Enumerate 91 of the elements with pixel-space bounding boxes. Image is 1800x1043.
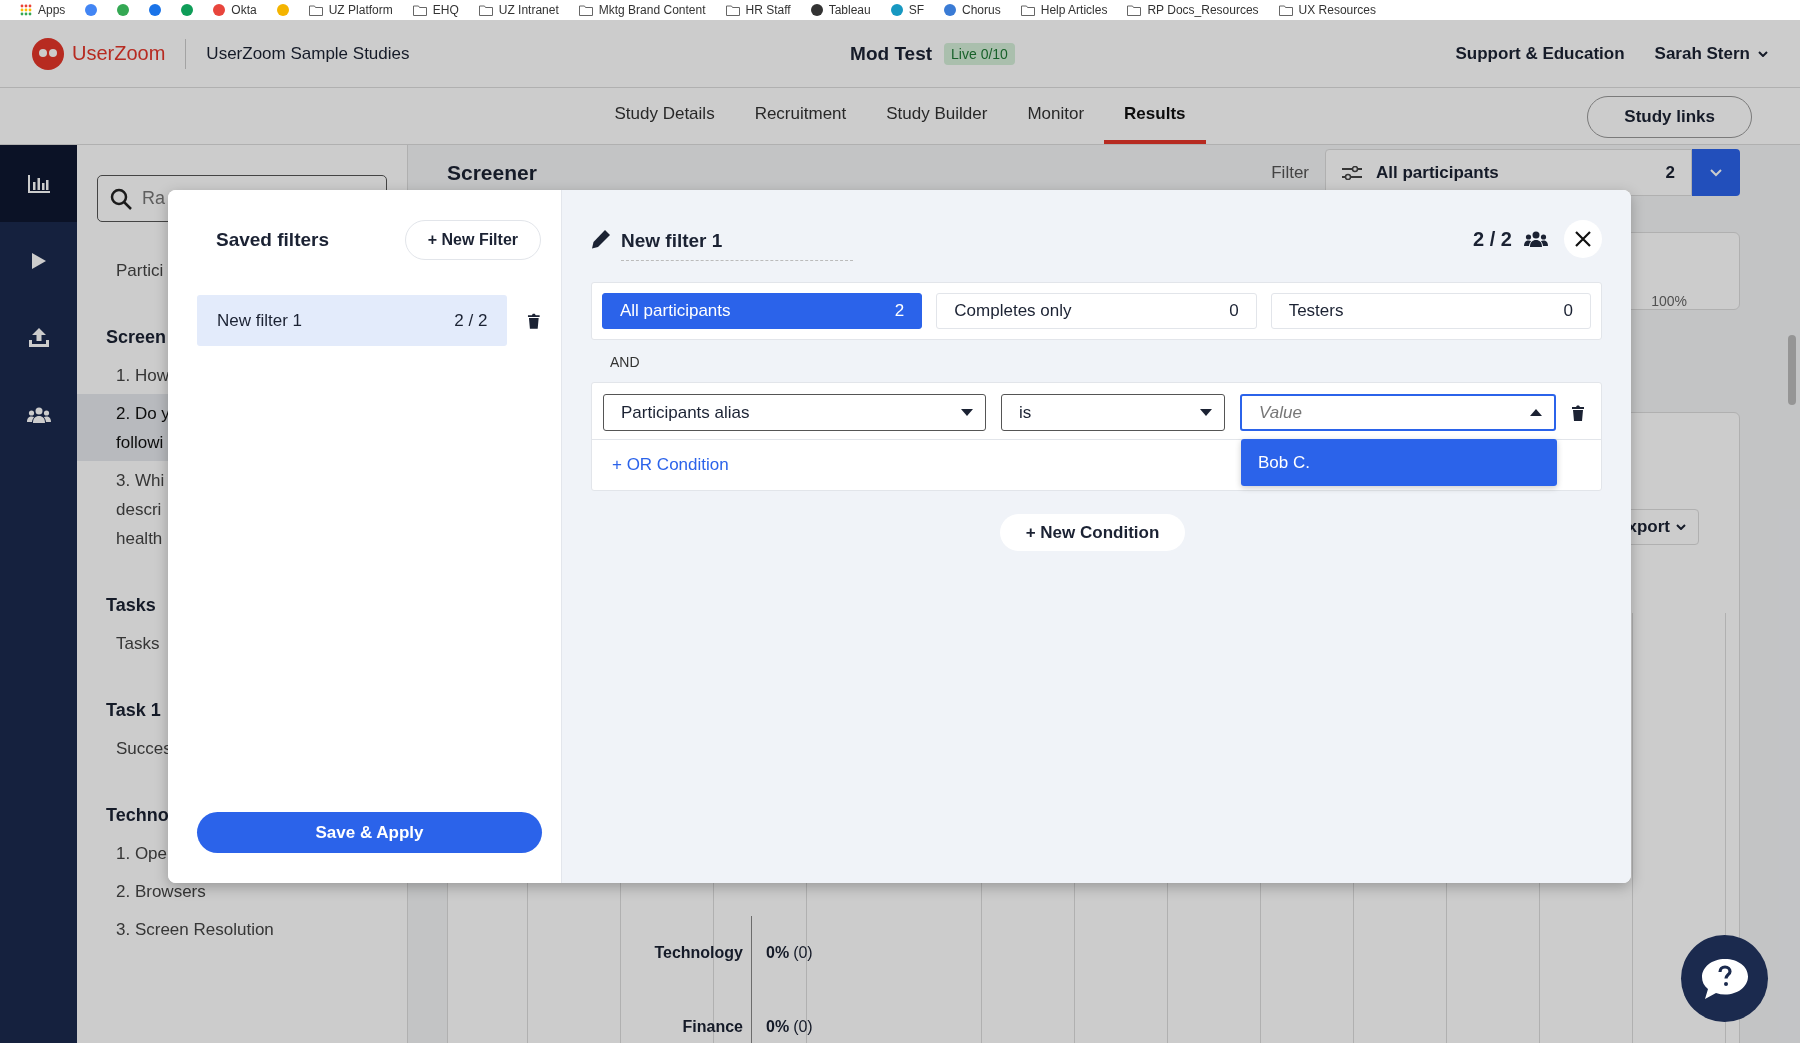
rail-item[interactable]	[0, 145, 77, 222]
caret-icon	[1530, 409, 1542, 416]
site-icon	[85, 4, 98, 16]
grid-icon	[20, 4, 32, 16]
chevron-icon	[1676, 524, 1686, 530]
segment-option[interactable]: Testers 0	[1270, 293, 1591, 329]
panel-title: Saved filters	[215, 229, 329, 251]
trash-icon[interactable]	[1571, 404, 1585, 421]
study-links-button[interactable]: Study links	[1587, 96, 1752, 138]
filter-label: Filter	[1271, 162, 1309, 183]
section-heading: Tasks	[106, 594, 156, 617]
bookmark-label[interactable]: Mktg Brand Content	[598, 3, 706, 17]
search-icon	[110, 187, 132, 210]
filter-name[interactable]: New filter 1	[621, 223, 853, 261]
site-icon	[890, 4, 903, 16]
row-value: 0% (0)	[751, 990, 813, 1043]
new-filter-button[interactable]: + New Filter	[404, 220, 541, 260]
pencil-icon	[591, 229, 611, 249]
site-icon	[117, 4, 130, 16]
sidebar-item[interactable]: 3. Screen Resolution	[77, 910, 407, 948]
bookmark-label[interactable]: RP Docs_Resources	[1147, 3, 1259, 17]
segment-option[interactable]: Completes only 0	[936, 293, 1257, 329]
status-badge: Live 0/10	[944, 42, 1015, 65]
section-heading: Screen	[106, 326, 167, 349]
site-icon	[181, 4, 194, 16]
bookmark-label[interactable]: Chorus	[962, 3, 1001, 17]
bar-chart-icon[interactable]	[27, 174, 50, 193]
folder-icon	[578, 4, 593, 16]
bookmark-label[interactable]: UZ Intranet	[498, 3, 559, 17]
value-select[interactable]: Value	[1240, 394, 1556, 431]
bookmark-label[interactable]: EHQ	[432, 3, 459, 17]
folder-icon	[478, 4, 493, 16]
axis-label: 100%	[1651, 293, 1687, 309]
folder-icon	[1278, 4, 1293, 16]
trash-icon[interactable]	[527, 312, 541, 329]
bookmark-label[interactable]: Okta	[231, 3, 257, 17]
bookmark-label[interactable]: SF	[908, 3, 925, 17]
bookmark-label[interactable]: Help Articles	[1040, 3, 1108, 17]
chevron-icon[interactable]	[1758, 50, 1768, 57]
nav-tab[interactable]: Study Builder	[866, 88, 1008, 144]
sliders-icon	[1342, 165, 1362, 180]
row-label: Technology	[653, 944, 744, 962]
close-icon	[1575, 231, 1591, 247]
nav-tab[interactable]: Study Details	[594, 88, 735, 144]
section-heading: Techno	[106, 804, 169, 827]
or-condition-link[interactable]: + OR Condition	[612, 455, 729, 475]
folder-icon	[412, 4, 427, 16]
bookmark-label[interactable]: Apps	[38, 3, 66, 17]
play-icon[interactable]	[30, 251, 47, 270]
row-label: Finance	[681, 1018, 744, 1036]
bookmark-label[interactable]: Tableau	[828, 3, 871, 17]
site-icon	[149, 4, 162, 16]
site-icon	[276, 4, 289, 16]
comparator-select[interactable]: is	[1001, 394, 1225, 431]
participant-count: 2 / 2	[1473, 227, 1512, 251]
caret-icon	[961, 409, 973, 416]
dropdown-option[interactable]: Bob C.	[1241, 439, 1557, 486]
folder-icon	[725, 4, 740, 16]
close-button[interactable]	[1564, 220, 1602, 258]
chevron-icon	[1710, 168, 1722, 177]
people-icon	[1524, 231, 1548, 247]
study-title: Mod Test	[850, 42, 933, 65]
bookmark-label[interactable]: UZ Platform	[328, 3, 393, 17]
saved-filter-item[interactable]: New filter 1 2 / 2	[197, 295, 508, 346]
folder-icon	[1020, 4, 1035, 16]
caret-icon	[1200, 409, 1212, 416]
field-select[interactable]: Participants alias	[603, 394, 986, 431]
site-icon	[944, 4, 957, 16]
new-condition-button[interactable]: + New Condition	[999, 514, 1186, 551]
bookmark-label[interactable]: UX Resources	[1298, 3, 1376, 17]
operator-label: AND	[610, 354, 641, 370]
upload-icon[interactable]	[27, 327, 50, 348]
site-icon	[213, 4, 226, 16]
help-icon	[1699, 956, 1750, 1001]
nav-tab[interactable]: Monitor	[1007, 88, 1105, 144]
bookmark-label[interactable]: HR Staff	[745, 3, 791, 17]
folder-icon	[308, 4, 323, 16]
section-heading: Task 1	[106, 699, 161, 722]
logo-text: UserZoom	[72, 42, 166, 65]
user-name[interactable]: Sarah Stern	[1654, 43, 1750, 64]
nav-tab[interactable]: Recruitment	[734, 88, 867, 144]
folder-icon	[1127, 4, 1142, 16]
save-apply-button[interactable]: Save & Apply	[197, 812, 542, 853]
site-icon	[810, 4, 823, 16]
section-title: Screener	[447, 160, 538, 185]
logo-icon	[32, 37, 64, 70]
row-value: 0% (0)	[751, 916, 813, 990]
segment-option[interactable]: All participants 2	[602, 293, 923, 329]
support-link[interactable]: Support & Education	[1455, 43, 1625, 64]
workspace-name[interactable]: UserZoom Sample Studies	[206, 43, 410, 64]
scrollbar[interactable]	[1788, 335, 1796, 405]
